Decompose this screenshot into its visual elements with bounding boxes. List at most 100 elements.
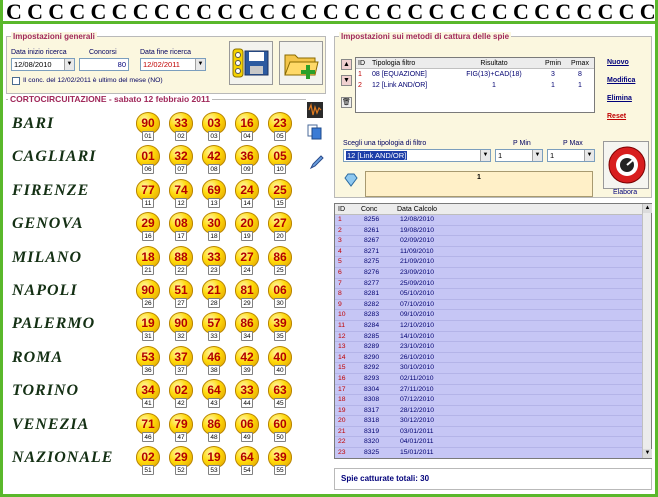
result-row[interactable]: 18 8308 07/12/2010	[335, 395, 643, 406]
elimina-button[interactable]: Elimina	[607, 95, 632, 102]
lotto-ball[interactable]: 21 28	[202, 279, 226, 309]
result-row[interactable]: 21 8319 03/01/2011	[335, 426, 643, 438]
result-row[interactable]: 3 8267 02/09/2010	[335, 236, 643, 247]
lotto-ball[interactable]: 27 20	[268, 212, 292, 242]
lotto-ball[interactable]: 74 12	[169, 178, 193, 209]
lotto-ball[interactable]: 24 14	[235, 178, 259, 209]
scroll-down-icon[interactable]: ▼	[643, 449, 652, 458]
lotto-ball[interactable]: 03 03	[202, 112, 226, 142]
pmax-select[interactable]: 1 ▼	[547, 149, 595, 162]
vertical-scrollbar[interactable]: ▲ ▼	[642, 204, 652, 458]
lotto-ball[interactable]: 34 41	[136, 379, 160, 409]
metodi-row[interactable]: 1 08 [EQUAZIONE] FIG(13)+CAD(18) 3 8	[356, 69, 594, 80]
delete-icon[interactable]: 🗑	[341, 97, 352, 108]
lotto-ball[interactable]: 06 49	[235, 412, 259, 443]
lotto-ball[interactable]: 23 05	[268, 112, 292, 142]
result-row[interactable]: 17 8304 27/11/2010	[335, 384, 643, 396]
scroll-up-icon[interactable]: ▲	[643, 204, 652, 213]
lotto-ball[interactable]: 40 40	[268, 345, 292, 376]
data-inizio-field[interactable]: 12/08/2010 ▼	[11, 58, 75, 71]
lotto-ball[interactable]: 88 22	[169, 245, 193, 276]
elabora-button[interactable]	[603, 141, 649, 189]
filter-select[interactable]: 12 [Link AND/OR] ▼	[343, 149, 491, 162]
move-down-button[interactable]: ▼	[341, 75, 352, 86]
copy-icon[interactable]	[307, 124, 323, 140]
result-row[interactable]: 16 8293 02/11/2010	[335, 373, 643, 385]
result-row[interactable]: 11 8284 12/10/2010	[335, 320, 643, 332]
lotto-ball[interactable]: 60 50	[268, 412, 292, 443]
lotto-ball[interactable]: 30 18	[202, 212, 226, 242]
chevron-down-icon[interactable]: ▼	[584, 150, 594, 161]
lotto-ball[interactable]: 27 24	[235, 245, 259, 276]
lotto-ball[interactable]: 57 33	[202, 312, 226, 342]
lotto-ball[interactable]: 36 09	[235, 145, 259, 175]
lotto-ball[interactable]: 33 02	[169, 112, 193, 142]
result-row[interactable]: 13 8289 23/10/2010	[335, 342, 643, 353]
result-row[interactable]: 9 8282 07/10/2010	[335, 299, 643, 311]
lotto-ball[interactable]: 29 52	[169, 446, 193, 476]
result-row[interactable]: 4 8271 11/09/2010	[335, 246, 643, 258]
lotto-ball[interactable]: 02 42	[169, 379, 193, 409]
lotto-ball[interactable]: 71 46	[136, 412, 160, 443]
lotto-ball[interactable]: 81 29	[235, 279, 259, 309]
lotto-ball[interactable]: 39 55	[268, 446, 292, 476]
reset-button[interactable]: Reset	[607, 113, 626, 120]
lotto-ball[interactable]: 06 30	[268, 279, 292, 309]
modifica-button[interactable]: Modifica	[607, 77, 635, 84]
lotto-ball[interactable]: 86 25	[268, 245, 292, 276]
result-row[interactable]: 22 8320 04/01/2011	[335, 437, 643, 449]
pen-icon[interactable]	[309, 154, 325, 170]
result-row[interactable]: 10 8283 09/10/2010	[335, 310, 643, 321]
lotto-ball[interactable]: 63 45	[268, 379, 292, 409]
lotto-ball[interactable]: 33 23	[202, 245, 226, 276]
lotto-ball[interactable]: 64 54	[235, 446, 259, 476]
result-row[interactable]: 12 8285 14/10/2010	[335, 331, 643, 343]
lotto-ball[interactable]: 18 21	[136, 245, 160, 276]
lotto-ball[interactable]: 25 15	[268, 178, 292, 209]
result-row[interactable]: 6 8276 23/09/2010	[335, 267, 643, 279]
lotto-ball[interactable]: 69 13	[202, 178, 226, 209]
metodi-row[interactable]: 2 12 [Link AND/OR] 1 1 1	[356, 80, 594, 91]
lotto-ball[interactable]: 16 04	[235, 112, 259, 142]
chevron-down-icon[interactable]: ▼	[480, 150, 490, 161]
result-row[interactable]: 20 8318 30/12/2010	[335, 416, 643, 427]
move-up-button[interactable]: ▲	[341, 59, 352, 70]
lotto-ball[interactable]: 02 51	[136, 446, 160, 476]
lotto-ball[interactable]: 37 37	[169, 345, 193, 376]
lotto-ball[interactable]: 90 01	[136, 112, 160, 142]
lotto-ball[interactable]: 39 35	[268, 312, 292, 342]
result-row[interactable]: 19 8317 28/12/2010	[335, 405, 643, 417]
result-row[interactable]: 14 8290 26/10/2010	[335, 352, 643, 364]
lotto-ball[interactable]: 90 26	[136, 279, 160, 309]
result-row[interactable]: 1 8256 12/08/2010	[335, 215, 643, 226]
chevron-down-icon[interactable]: ▼	[64, 59, 74, 70]
save-button[interactable]	[229, 41, 273, 85]
nuovo-button[interactable]: Nuovo	[607, 59, 629, 66]
lotto-ball[interactable]: 79 47	[169, 412, 193, 443]
open-folder-button[interactable]	[279, 41, 323, 85]
lotto-ball[interactable]: 51 27	[169, 279, 193, 309]
lotto-ball[interactable]: 42 39	[235, 345, 259, 376]
result-row[interactable]: 23 8325 15/01/2011	[335, 448, 643, 458]
concorsi-input[interactable]: 80	[79, 58, 129, 71]
lotto-ball[interactable]: 19 31	[136, 312, 160, 342]
lotto-ball[interactable]: 19 53	[202, 446, 226, 476]
result-row[interactable]: 2 8261 19/08/2010	[335, 225, 643, 237]
lotto-ball[interactable]: 01 06	[136, 145, 160, 175]
lotto-ball[interactable]: 42 08	[202, 145, 226, 175]
chevron-down-icon[interactable]: ▼	[532, 150, 542, 161]
result-row[interactable]: 15 8292 30/10/2010	[335, 363, 643, 374]
lotto-ball[interactable]: 05 10	[268, 145, 292, 175]
chevron-down-icon[interactable]: ▼	[195, 59, 205, 70]
result-row[interactable]: 8 8281 05/10/2010	[335, 289, 643, 300]
lotto-ball[interactable]: 32 07	[169, 145, 193, 175]
diamond-icon[interactable]	[343, 173, 359, 187]
sound-icon[interactable]	[307, 102, 323, 118]
lotto-ball[interactable]: 33 44	[235, 379, 259, 409]
lotto-ball[interactable]: 53 36	[136, 345, 160, 376]
result-row[interactable]: 5 8275 21/09/2010	[335, 257, 643, 268]
result-row[interactable]: 7 8277 25/09/2010	[335, 278, 643, 290]
lotto-ball[interactable]: 08 17	[169, 212, 193, 242]
lotto-ball[interactable]: 86 48	[202, 412, 226, 443]
data-fine-field[interactable]: 12/02/2011 ▼	[140, 58, 206, 71]
